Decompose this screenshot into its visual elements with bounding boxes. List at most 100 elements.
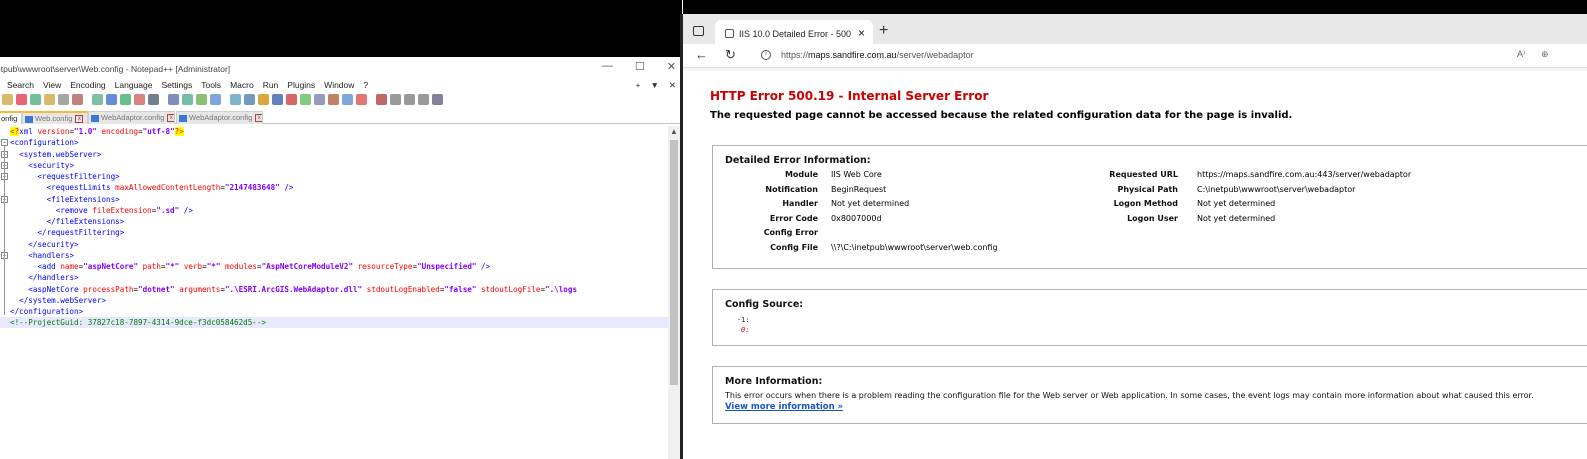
folder-icon[interactable]	[342, 94, 353, 105]
paste-icon[interactable]	[120, 94, 131, 105]
record-icon[interactable]	[376, 94, 387, 105]
menu-search[interactable]: Search	[7, 80, 34, 90]
play-multi-icon[interactable]	[418, 94, 429, 105]
tab-webadaptor-config[interactable]: WebAdaptor.config x	[88, 111, 175, 124]
code-line[interactable]: <add name="aspNetCore" path="*" verb="*"…	[10, 261, 490, 272]
doc-map-icon[interactable]	[314, 94, 325, 105]
play-icon[interactable]	[404, 94, 415, 105]
close-window-button[interactable]: ✕	[667, 60, 676, 73]
tab-web-config-active[interactable]: onfig	[0, 111, 22, 124]
request-detail-value: C:\inetpub\wwwroot\server\webadaptor	[1197, 184, 1356, 194]
detail-key: Notification	[765, 184, 818, 194]
read-aloud-icon[interactable]: A⁾	[1517, 49, 1525, 60]
code-line[interactable]: </fileExtensions>	[10, 216, 125, 227]
detail-value: \\?\C:\inetpub\wwwroot\server\web.config	[831, 242, 998, 252]
code-line[interactable]: </requestFiltering>	[10, 227, 124, 238]
address-bar[interactable]: https://maps.sandfire.com.au/server/weba…	[781, 50, 974, 60]
code-line[interactable]: <remove fileExtension=".sd" />	[10, 205, 193, 216]
tab-close-icon[interactable]: x	[167, 114, 174, 123]
new-tab-button[interactable]: +	[879, 22, 888, 40]
menu-view[interactable]: View	[43, 80, 61, 90]
close-document-icon[interactable]: ✕	[669, 80, 676, 91]
site-info-icon[interactable]: i	[761, 50, 771, 60]
detailed-error-panel: Detailed Error Information: Module IIS We…	[712, 145, 1587, 269]
code-line[interactable]: </handlers>	[10, 272, 78, 283]
menu-plugins[interactable]: Plugins	[287, 80, 315, 90]
save-macro-icon[interactable]	[432, 94, 443, 105]
zoom-in-icon[interactable]	[196, 94, 207, 105]
menu-run[interactable]: Run	[263, 80, 279, 90]
open-icon[interactable]	[16, 94, 27, 105]
tab-webadaptor-config-2[interactable]: WebAdaptor.config x	[176, 111, 263, 124]
close-tab-icon[interactable]: ×	[858, 26, 865, 40]
code-line[interactable]: <requestLimits maxAllowedContentLength="…	[10, 182, 294, 193]
tab-actions-icon[interactable]	[693, 26, 704, 36]
code-line[interactable]: <configuration>	[10, 137, 79, 148]
zoom-icon[interactable]: ⊕	[1541, 49, 1549, 60]
code-line[interactable]: <fileExtensions>	[10, 194, 120, 205]
tab-close-icon[interactable]: x	[255, 114, 262, 123]
sync-h-icon[interactable]	[244, 94, 255, 105]
page-favicon-icon	[725, 29, 734, 38]
detail-value: BeginRequest	[831, 184, 887, 194]
code-line[interactable]: <system.webServer>	[10, 149, 101, 160]
code-line[interactable]: <requestFiltering>	[10, 171, 119, 182]
code-line[interactable]: </configuration>	[10, 306, 83, 317]
code-line[interactable]: </security>	[10, 239, 78, 250]
replace-icon[interactable]	[182, 94, 193, 105]
request-detail-value: Not yet determined	[1197, 213, 1276, 223]
wrap-icon[interactable]	[258, 94, 269, 105]
notepad-titlebar[interactable]: etpub\wwwroot\server\Web.config - Notepa…	[0, 57, 682, 79]
editor-scrollbar[interactable]: ▲	[668, 126, 680, 459]
new-tab-icon[interactable]: +	[635, 80, 640, 91]
menu-language[interactable]: Language	[115, 80, 153, 90]
tab-list-dropdown-icon[interactable]: ▼	[650, 80, 658, 91]
menu-encoding[interactable]: Encoding	[70, 80, 105, 90]
stop-icon[interactable]	[390, 94, 401, 105]
find-icon[interactable]	[168, 94, 179, 105]
save-icon[interactable]	[30, 94, 41, 105]
code-line[interactable]: </system.webServer>	[10, 295, 106, 306]
fold-toggle-icon[interactable]: −	[1, 139, 8, 147]
scrollbar-thumb[interactable]	[670, 140, 678, 385]
lang-icon[interactable]	[300, 94, 311, 105]
minimize-button[interactable]: —	[602, 60, 613, 73]
copy-icon[interactable]	[106, 94, 117, 105]
code-line[interactable]: <!--ProjectGuid: 37827c18-7897-4314-9dce…	[0, 317, 668, 329]
menu-window[interactable]: Window	[324, 80, 354, 90]
notepad-menubar: Search View Encoding Language Settings T…	[0, 79, 682, 92]
monitor-icon[interactable]	[356, 94, 367, 105]
menu-tools[interactable]: Tools	[201, 80, 221, 90]
function-list-icon[interactable]	[328, 94, 339, 105]
close-icon[interactable]	[58, 94, 69, 105]
sync-v-icon[interactable]	[230, 94, 241, 105]
zoom-out-icon[interactable]	[210, 94, 221, 105]
back-icon[interactable]: ←	[695, 47, 708, 62]
indent-guide-icon[interactable]	[286, 94, 297, 105]
code-line[interactable]: <handlers>	[10, 250, 74, 261]
desktop: etpub\wwwroot\server\Web.config - Notepa…	[0, 0, 1587, 459]
print-icon[interactable]	[72, 94, 83, 105]
save-all-icon[interactable]	[44, 94, 55, 105]
all-chars-icon[interactable]	[272, 94, 283, 105]
new-icon[interactable]	[2, 94, 13, 105]
scroll-up-icon[interactable]: ▲	[668, 126, 680, 138]
redo-icon[interactable]	[148, 94, 159, 105]
fold-margin[interactable]: −−−−−−	[0, 126, 8, 459]
request-detail-value: Not yet determined	[1197, 199, 1276, 208]
code-line[interactable]: <aspNetCore processPath="dotnet" argumen…	[10, 284, 577, 295]
cut-icon[interactable]	[92, 94, 103, 105]
menu-help[interactable]: ?	[363, 80, 368, 90]
menu-macro[interactable]: Macro	[230, 80, 254, 90]
undo-icon[interactable]	[134, 94, 145, 105]
menu-settings[interactable]: Settings	[162, 80, 193, 90]
view-more-information-link[interactable]: View more information »	[725, 402, 843, 412]
code-line[interactable]: <?xml version="1.0" encoding="utf-8"?>	[10, 126, 184, 137]
code-line[interactable]: <security>	[10, 160, 74, 171]
detail-value: Not yet determined	[831, 199, 910, 208]
code-editor[interactable]: −−−−−− <?xml version="1.0" encoding="utf…	[0, 126, 668, 459]
tab-close-icon[interactable]: x	[75, 115, 84, 124]
tab-web-config[interactable]: Web.config x	[22, 111, 88, 124]
maximize-button[interactable]: ☐	[635, 60, 645, 73]
reload-icon[interactable]: ↻	[725, 47, 736, 63]
